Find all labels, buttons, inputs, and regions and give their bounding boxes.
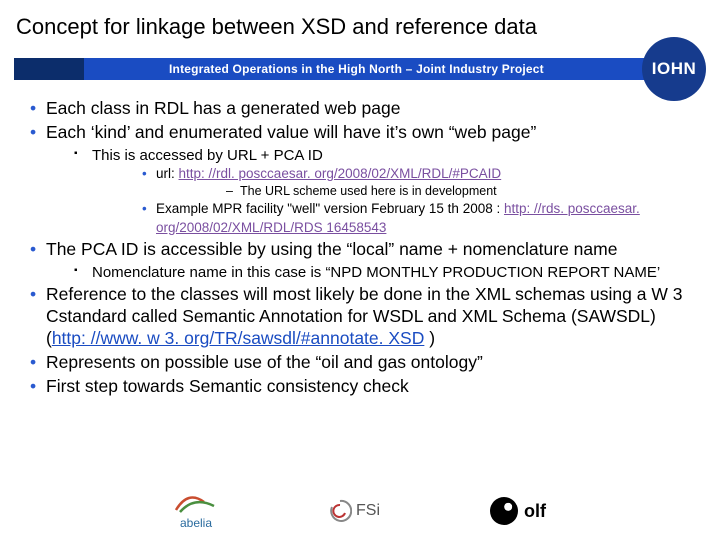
- abelia-logo: abelia: [174, 492, 218, 530]
- iohn-logo-text: IOHN: [652, 59, 697, 79]
- banner-accent: [14, 58, 84, 80]
- sub-sub-bullet: Example MPR facility "well" version Febr…: [142, 200, 700, 236]
- banner-text: Integrated Operations in the High North …: [84, 58, 646, 80]
- url-link[interactable]: http: //www. w 3. org/TR/sawsdl/#annotat…: [52, 328, 425, 348]
- url-link[interactable]: http: //rdl. posccaesar. org/2008/02/XML…: [179, 166, 502, 181]
- bullet-text: ): [424, 328, 435, 348]
- sub-bullet-text: This is accessed by URL + PCA ID: [92, 147, 323, 164]
- bullet-text: Each ‘kind’ and enumerated value will ha…: [46, 122, 536, 142]
- sub-sub-bullet: url: http: //rdl. posccaesar. org/2008/0…: [142, 165, 700, 200]
- bullet: Represents on possible use of the “oil a…: [28, 352, 700, 374]
- banner: Integrated Operations in the High North …: [14, 50, 706, 88]
- note-bullet: The URL scheme used here is in developme…: [226, 183, 700, 200]
- olf-logo: olf: [490, 497, 546, 525]
- fsi-icon: [328, 499, 352, 523]
- olf-icon: [490, 497, 518, 525]
- slide-content: Each class in RDL has a generated web pa…: [0, 98, 720, 398]
- sub-bullet: Nomenclature name in this case is “NPD M…: [74, 263, 700, 283]
- sub-bullet: This is accessed by URL + PCA ID url: ht…: [74, 146, 700, 237]
- fsi-text: FSi: [356, 502, 380, 520]
- bullet: Each class in RDL has a generated web pa…: [28, 98, 700, 120]
- bullet: First step towards Semantic consistency …: [28, 376, 700, 398]
- bullet: The PCA ID is accessible by using the “l…: [28, 239, 700, 282]
- label: Example MPR facility "well" version Febr…: [156, 201, 504, 216]
- fsi-logo: FSi: [328, 499, 380, 523]
- bullet-text: The PCA ID is accessible by using the “l…: [46, 239, 617, 259]
- slide-title: Concept for linkage between XSD and refe…: [0, 0, 720, 50]
- iohn-logo: IOHN: [642, 37, 706, 101]
- bullet: Each ‘kind’ and enumerated value will ha…: [28, 122, 700, 237]
- olf-text: olf: [524, 501, 546, 522]
- footer-logos: abelia FSi olf: [0, 492, 720, 530]
- abelia-text: abelia: [180, 516, 212, 530]
- bullet: Reference to the classes will most likel…: [28, 284, 700, 350]
- label: url:: [156, 166, 179, 181]
- abelia-icon: [174, 492, 218, 514]
